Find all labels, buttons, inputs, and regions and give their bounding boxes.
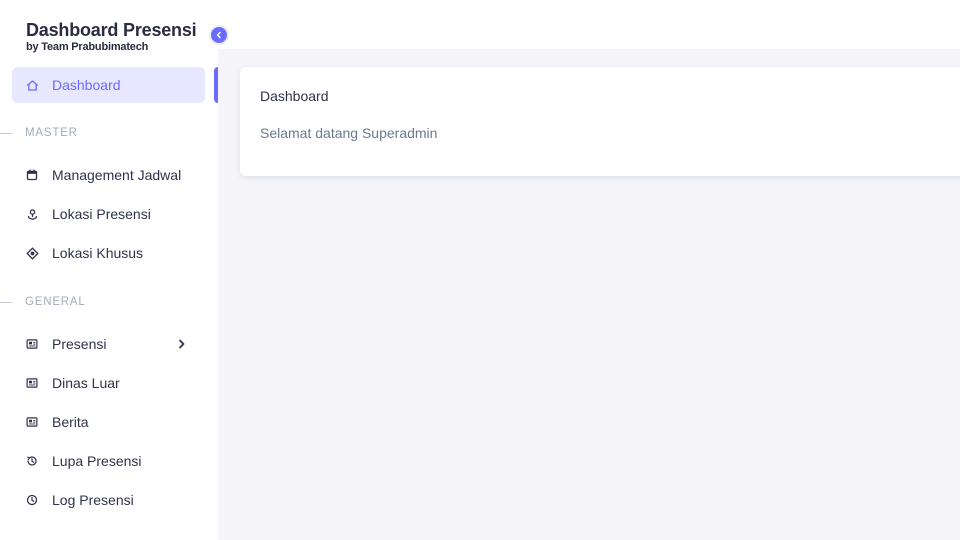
- brand-subtitle: by Team Prabubimatech: [26, 41, 149, 53]
- sidebar-item-label: Management Jadwal: [52, 167, 182, 183]
- sidebar-item-lupa-presensi[interactable]: Lupa Presensi: [12, 443, 205, 479]
- menu-header-label: MASTER: [25, 127, 78, 139]
- sidebar-item-dashboard[interactable]: Dashboard: [12, 67, 205, 103]
- sidebar-item-log-presensi[interactable]: Log Presensi: [12, 482, 205, 518]
- sidebar-item-label: Dinas Luar: [52, 375, 120, 391]
- clock-icon: [25, 493, 39, 507]
- sidebar-item-label: Lupa Presensi: [52, 453, 142, 469]
- sidebar-item-label: Berita: [52, 414, 89, 430]
- sidebar-item-presensi[interactable]: Presensi: [12, 326, 205, 362]
- menu-header-general: GENERAL: [0, 294, 218, 310]
- sidebar-item-label: Lokasi Khusus: [52, 245, 144, 261]
- welcome-card: Dashboard Selamat datang Superadmin: [240, 67, 960, 176]
- chevron-left-icon: [215, 31, 223, 39]
- top-navbar: [218, 0, 960, 49]
- sidebar-item-label: Lokasi Presensi: [52, 206, 151, 222]
- target-icon: [25, 246, 39, 260]
- sidebar-item-label: Dashboard: [52, 77, 121, 93]
- brand-title: Dashboard Presensi: [26, 20, 197, 40]
- sidebar-toggle-button[interactable]: [209, 25, 229, 45]
- active-indicator: [214, 67, 218, 103]
- id-card-icon: [25, 415, 39, 429]
- sidebar-item-management-jadwal[interactable]: Management Jadwal: [12, 157, 205, 193]
- sidebar-item-lokasi-khusus[interactable]: Lokasi Khusus: [12, 235, 205, 271]
- chevron-right-icon: [175, 337, 189, 351]
- history-icon: [25, 454, 39, 468]
- sidebar: Dashboard Presensi by Team Prabubimatech…: [0, 0, 218, 540]
- menu-header-master: MASTER: [0, 125, 218, 141]
- home-icon: [25, 78, 39, 92]
- card-title: Dashboard: [260, 88, 329, 104]
- sidebar-item-label: Presensi: [52, 336, 107, 352]
- divider: [0, 301, 12, 303]
- sidebar-item-berita[interactable]: Berita: [12, 404, 205, 440]
- location-icon: [25, 207, 39, 221]
- id-card-icon: [25, 337, 39, 351]
- sidebar-item-dinas-luar[interactable]: Dinas Luar: [12, 365, 205, 401]
- calendar-icon: [25, 168, 39, 182]
- sidebar-item-lokasi-presensi[interactable]: Lokasi Presensi: [12, 196, 205, 232]
- id-card-icon: [25, 376, 39, 390]
- sidebar-item-label: Log Presensi: [52, 492, 134, 508]
- brand[interactable]: Dashboard Presensi by Team Prabubimatech: [26, 19, 197, 53]
- menu-header-label: GENERAL: [25, 296, 86, 308]
- welcome-text: Selamat datang Superadmin: [260, 125, 438, 141]
- divider: [0, 132, 12, 134]
